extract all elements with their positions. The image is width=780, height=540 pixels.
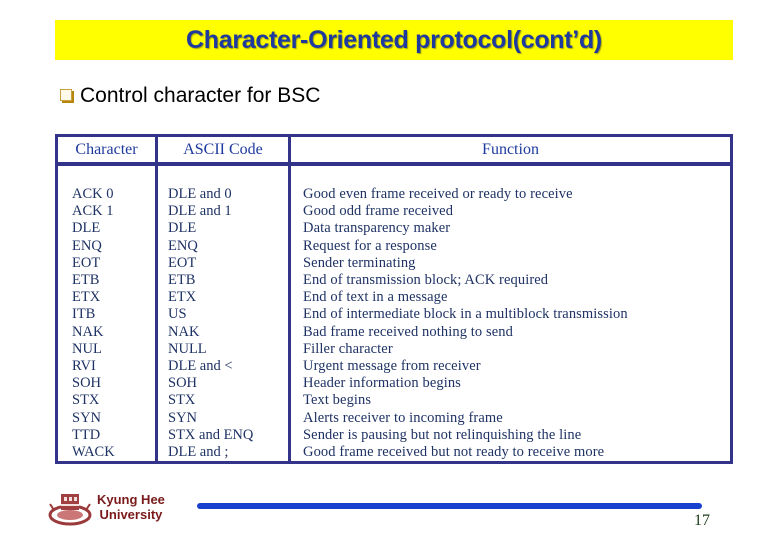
function-cell: Good odd frame received (303, 203, 454, 220)
character-cell: TTD (72, 426, 101, 443)
ascii-code-cell: DLE and 1 (168, 203, 232, 220)
slide-title: Character-Oriented protocol(cont’d) (186, 25, 602, 54)
function-cell: Header information begins (303, 375, 461, 392)
university-name: Kyung Hee University (97, 492, 165, 522)
function-cell: Urgent message from receiver (303, 358, 481, 375)
function-cell: End of intermediate block in a multibloc… (303, 306, 628, 323)
character-cell: DLE (72, 220, 101, 237)
character-cell: SYN (72, 409, 102, 426)
university-name-line2: University (99, 507, 163, 522)
column-divider (155, 137, 158, 461)
ascii-code-cell: EOT (168, 254, 197, 271)
ascii-code-cell: STX (168, 392, 196, 409)
bullet-text: Control character for BSC (80, 84, 321, 107)
header-ascii-code: ASCII Code (183, 140, 263, 158)
ascii-code-cell: SOH (168, 375, 198, 392)
character-cell: NAK (72, 323, 104, 340)
character-column: ACK 0 ACK 1 DLE ENQ EOT ETB ETX ITB NAK NUL RVI SOH… (72, 186, 115, 461)
character-cell: EOT (72, 254, 101, 271)
character-cell: SOH (72, 375, 102, 392)
character-cell: ITB (72, 306, 96, 323)
ascii-code-cell: ENQ (168, 237, 198, 254)
character-cell: ETX (72, 289, 101, 306)
character-cell: STX (72, 392, 100, 409)
function-cell: Bad frame received nothing to send (303, 323, 513, 340)
function-cell: Alerts receiver to incoming frame (303, 409, 503, 426)
footer-divider (197, 503, 702, 509)
function-cell: Filler character (303, 340, 393, 357)
character-cell: ENQ (72, 237, 102, 254)
function-cell: Data transparency maker (303, 220, 451, 237)
function-column: Good even frame received or ready to rec… (303, 186, 628, 461)
ascii-code-cell: SYN (168, 409, 198, 426)
ascii-code-column: DLE and 0 DLE and 1 DLE ENQ EOT ETB ETX US NAK NU… (168, 186, 253, 461)
function-cell: End of text in a message (303, 289, 448, 306)
character-cell: ACK 0 (72, 186, 114, 202)
ascii-code-cell: US (168, 306, 187, 323)
ascii-code-cell: ETB (168, 272, 196, 289)
ascii-code-cell: DLE and 0 (168, 186, 232, 202)
character-cell: WACK (72, 444, 115, 461)
header-function: Function (482, 140, 539, 158)
character-cell: RVI (72, 358, 96, 375)
hollow-square-bullet-icon (60, 89, 74, 103)
function-cell: Sender is pausing but not relinquishing … (303, 426, 582, 443)
ascii-code-cell: ETX (168, 289, 197, 306)
title-banner: Character-Oriented protocol(cont’d) (55, 20, 733, 60)
character-cell: ACK 1 (72, 203, 114, 220)
header-divider (58, 162, 730, 166)
ascii-code-cell: NULL (168, 340, 207, 357)
control-character-table: Character ASCII Code Function ACK 0 ACK 1… (55, 134, 733, 464)
header-character: Character (75, 140, 138, 158)
function-cell: Request for a response (303, 237, 437, 254)
function-cell: Good even frame received or ready to rec… (303, 186, 573, 202)
column-divider (288, 137, 291, 461)
bullet-item: Control character for BSC (60, 84, 320, 108)
character-cell: ETB (72, 272, 100, 289)
ascii-code-cell: STX and ENQ (168, 426, 254, 443)
university-name-line1: Kyung Hee (97, 492, 165, 507)
ascii-code-cell: DLE (168, 220, 197, 237)
function-cell: Sender terminating (303, 254, 416, 271)
university-seal-icon (48, 490, 92, 526)
function-cell: End of transmission block; ACK required (303, 272, 549, 289)
ascii-code-cell: DLE and ; (168, 444, 229, 461)
ascii-code-cell: DLE and < (168, 358, 233, 375)
function-cell: Text begins (303, 392, 372, 409)
ascii-code-cell: NAK (168, 323, 200, 340)
page-number: 17 (694, 512, 710, 529)
function-cell: Good frame received but not ready to rec… (303, 444, 605, 461)
character-cell: NUL (72, 340, 102, 357)
